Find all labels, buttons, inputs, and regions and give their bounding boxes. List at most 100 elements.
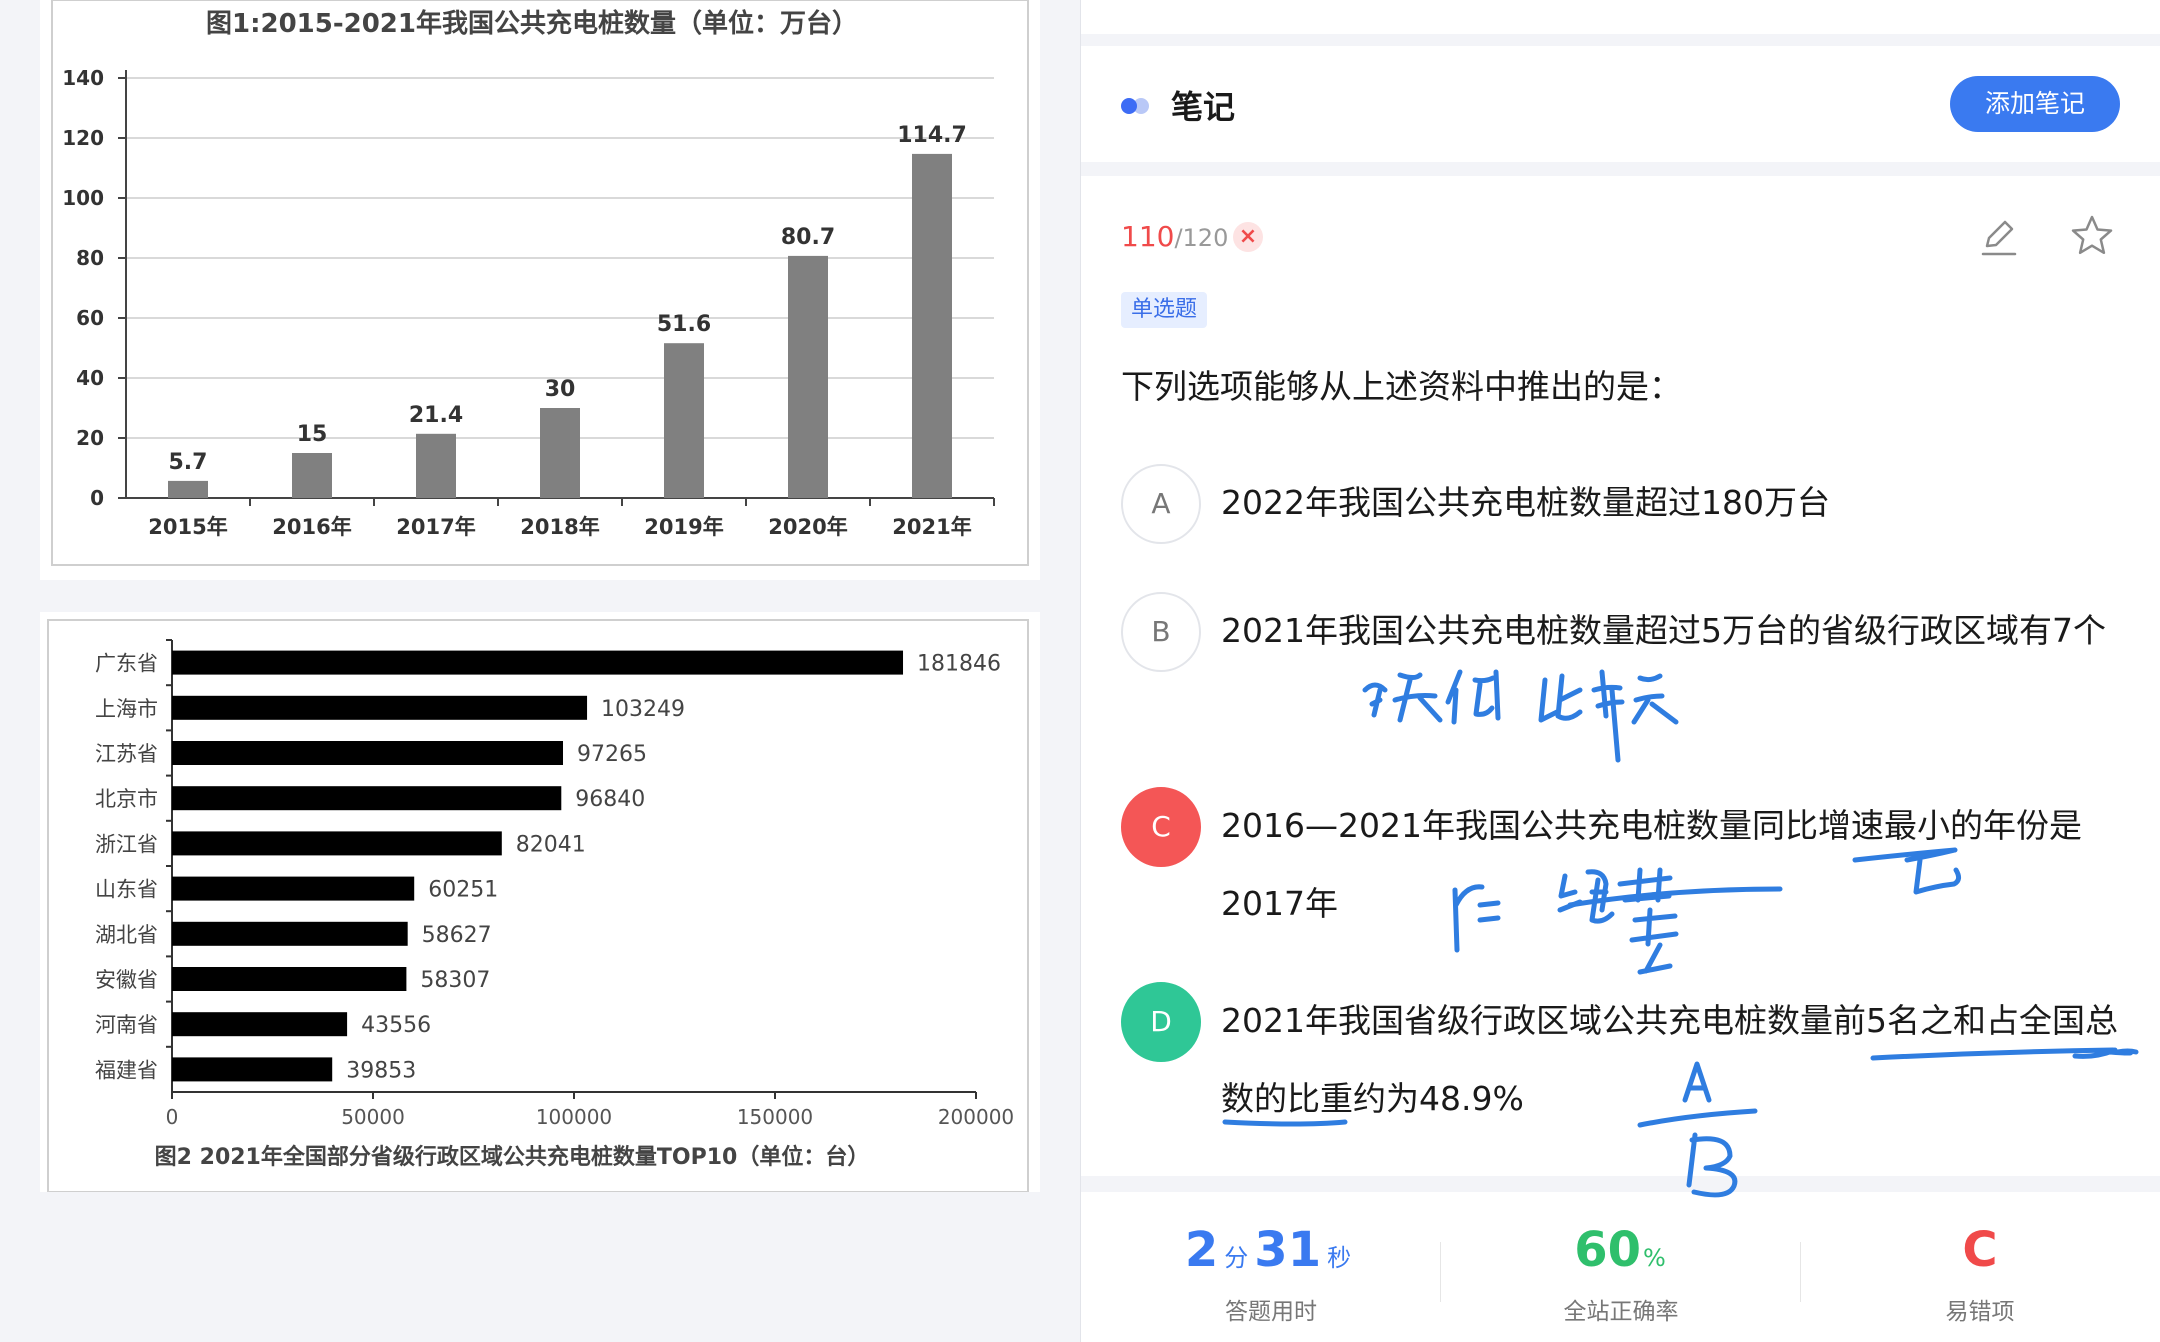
notes-title: 笔记 <box>1171 88 1236 126</box>
chart-1-bar <box>540 408 580 498</box>
answer-stats: 2 分 31 秒 答题用时 60% 全站正确率 C 易错项 <box>1081 1192 2160 1342</box>
chart-2-category-label: 山东省 <box>95 878 158 902</box>
chart-1-ytick-label: 0 <box>90 486 104 510</box>
chart-1-bar <box>416 433 456 498</box>
chart-2-category-label: 安徽省 <box>95 968 158 992</box>
add-note-button[interactable]: 添加笔记 <box>1950 76 2120 132</box>
notes-dots-icon <box>1121 96 1155 116</box>
chart-2-svg: 0 50000 100000 150000 200000 181846 广东省 103249 上… <box>47 619 1029 1193</box>
chart-1-title: 图1:2015-2021年我国公共充电桩数量（单位：万台） <box>206 8 858 39</box>
chart-2-bar <box>172 650 904 675</box>
chart-1-data-label: 5.7 <box>169 450 208 475</box>
chart-1-ytick-label: 20 <box>76 426 104 450</box>
chart-2-xtick-label: 200000 <box>938 1105 1014 1129</box>
chart-2-category-label: 北京市 <box>95 787 158 811</box>
time-sec-unit: 秒 <box>1327 1244 1352 1272</box>
option-a-letter: A <box>1121 464 1201 544</box>
chart-1-xtick-label: 2018年 <box>520 515 599 539</box>
chart-1-ytick-label: 80 <box>76 246 104 270</box>
chart-1-ytick-label: 60 <box>76 306 104 330</box>
chart-1-data-label: 114.7 <box>897 123 967 148</box>
chart-1-data-label: 15 <box>297 422 328 447</box>
chart-2-category-label: 江苏省 <box>95 742 158 766</box>
chart-2-data-label: 43556 <box>361 1013 431 1038</box>
chart-1-xtick-label: 2017年 <box>396 515 475 539</box>
chart-2-data-label: 58307 <box>420 968 490 993</box>
chart-2-data-label: 181846 <box>917 652 1001 677</box>
chart-2-bar <box>172 741 564 765</box>
chart-2-bar <box>172 786 562 811</box>
question-total: /120 <box>1174 224 1229 252</box>
chart-2-category-label: 福建省 <box>95 1058 158 1082</box>
time-min-unit: 分 <box>1224 1244 1249 1272</box>
chart-1-data-label: 51.6 <box>657 312 711 337</box>
chart-2-data-label: 39853 <box>346 1058 416 1083</box>
chart-1-data-label: 80.7 <box>781 225 835 250</box>
chart-2-bar <box>172 831 502 856</box>
question-card: 110/120 × 单选题 下列选项能够从上述资料中推出的是： A 2022年我… <box>1081 176 2160 1176</box>
chart-2-data-label: 60251 <box>428 878 498 903</box>
chart-card-1: 图1:2015-2021年我国公共充电桩数量（单位：万台） 0 20 40 60 80 10… <box>40 0 1040 580</box>
chart-1-xtick-label: 2021年 <box>892 515 971 539</box>
chart-1-ytick-label: 100 <box>62 186 104 210</box>
chart-1-svg: 图1:2015-2021年我国公共充电桩数量（单位：万台） 0 20 40 60 80 10… <box>51 0 1029 566</box>
chart-1-bar <box>664 343 704 498</box>
chart-2-xtick-label: 100000 <box>536 1105 612 1129</box>
notes-bar: 笔记 添加笔记 <box>1081 46 2160 162</box>
chart-2-bar <box>172 967 407 991</box>
chart-2-bar <box>172 1012 348 1037</box>
chart-1-xtick-label: 2019年 <box>644 515 723 539</box>
time-min: 2 <box>1184 1222 1219 1278</box>
question-counter: 110/120 <box>1121 220 1228 253</box>
chart-2-category-label: 广东省 <box>95 652 158 676</box>
material-panel: 图1:2015-2021年我国公共充电桩数量（单位：万台） 0 20 40 60 80 10… <box>0 0 1080 1342</box>
question-panel: 笔记 添加笔记 110/120 × 单选题 下列选项能够从上述资料中推出的是： … <box>1081 0 2160 1342</box>
chart-2-data-label: 96840 <box>575 787 645 812</box>
stat-separator <box>1800 1242 1801 1302</box>
stat-mistake: C 易错项 <box>1830 1220 2130 1326</box>
chart-2-xtick-label: 50000 <box>341 1105 405 1129</box>
mistake-value: C <box>1962 1222 1998 1278</box>
chart-1-data-label: 30 <box>545 377 576 402</box>
question-stem: 下列选项能够从上述资料中推出的是： <box>1121 367 1682 406</box>
option-a-text: 2022年我国公共充电桩数量超过180万台 <box>1221 483 1830 522</box>
chart-2-category-label: 浙江省 <box>95 832 158 856</box>
option-b-letter: B <box>1121 592 1201 672</box>
chart-2-bar <box>172 921 408 946</box>
stat-separator <box>1440 1242 1441 1302</box>
chart-2-bar <box>172 695 588 720</box>
star-icon[interactable] <box>2068 212 2116 260</box>
chart-1-bar <box>292 453 332 498</box>
panel-top-strip <box>1081 0 2160 34</box>
wrong-x-icon: × <box>1233 222 1263 252</box>
accuracy-unit: % <box>1642 1244 1666 1272</box>
stat-time: 2 分 31 秒 答题用时 <box>1121 1220 1421 1326</box>
edit-icon[interactable] <box>1977 214 2021 258</box>
option-d-letter: D <box>1121 982 1201 1062</box>
chart-1-bar <box>788 255 828 498</box>
chart-1-xtick-label: 2016年 <box>272 515 351 539</box>
chart-1-xtick-label: 2015年 <box>148 515 227 539</box>
chart-1-xtick-label: 2020年 <box>768 515 847 539</box>
question-current: 110 <box>1121 220 1175 253</box>
time-label: 答题用时 <box>1225 1299 1317 1325</box>
mistake-label: 易错项 <box>1945 1299 2015 1325</box>
chart-card-2: 0 50000 100000 150000 200000 181846 广东省 103249 上… <box>40 612 1040 1193</box>
chart-1-ytick-label: 140 <box>62 66 104 90</box>
chart-2-data-label: 58627 <box>422 923 492 948</box>
accuracy-value: 60 <box>1574 1222 1641 1278</box>
chart-1-bar <box>168 480 208 498</box>
chart-2-xtick-label: 0 <box>166 1105 179 1129</box>
chart-2-bar <box>172 876 415 901</box>
chart-2-data-label: 103249 <box>601 697 685 722</box>
option-c-letter: C <box>1121 787 1201 867</box>
chart-1-bar <box>912 153 952 498</box>
accuracy-label: 全站正确率 <box>1563 1299 1679 1325</box>
chart-2-title: 图2 2021年全国部分省级行政区域公共充电桩数量TOP10（单位：台） <box>155 1144 870 1170</box>
time-sec: 31 <box>1254 1222 1322 1278</box>
chart-2-bar <box>172 1057 333 1082</box>
chart-2-category-label: 湖北省 <box>95 923 158 947</box>
chart-1-ytick-label: 40 <box>76 366 104 390</box>
question-type-tag: 单选题 <box>1121 292 1208 328</box>
chart-2-category-label: 上海市 <box>95 697 158 721</box>
